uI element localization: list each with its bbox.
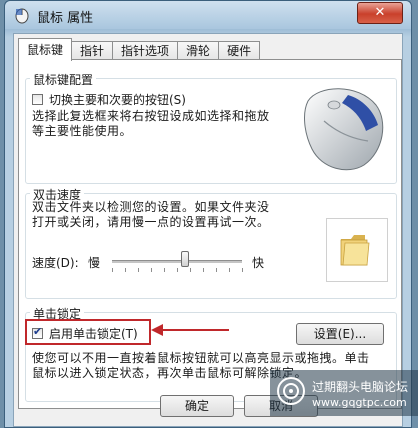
- tab-pointer-options[interactable]: 指针选项: [112, 41, 179, 61]
- double-click-speed-slider-thumb[interactable]: [180, 251, 189, 267]
- button-config-description-line: 等主要性能使用。: [32, 124, 133, 138]
- tab-pointers[interactable]: 指针: [71, 41, 114, 61]
- double-click-description: 双击文件夹以检测您的设置。如果文件夹没 打开或关闭，请用慢一点的设置再试一次。: [32, 200, 322, 230]
- ok-button[interactable]: 确定: [160, 395, 234, 417]
- test-folder-area[interactable]: [326, 218, 388, 282]
- button-config-description-line: 选择此复选框来将右按钮设成如选择和拖放: [32, 109, 270, 123]
- mouse-illustration-icon: [304, 88, 384, 171]
- click-lock-settings-button[interactable]: 设置(E)...: [296, 323, 384, 345]
- slider-tick: [190, 268, 191, 272]
- slider-tick: [216, 268, 217, 272]
- tab-hardware[interactable]: 硬件: [218, 41, 261, 61]
- slider-ticks: [112, 268, 243, 272]
- double-click-group: 双击速度 双击文件夹以检测您的设置。如果文件夹没 打开或关闭，请用慢一点的设置再…: [25, 186, 397, 299]
- annotation-highlight-box: [25, 319, 151, 345]
- slider-tick: [138, 268, 139, 272]
- double-click-description-line: 打开或关闭，请用慢一点的设置再试一次。: [32, 215, 270, 229]
- title-bar[interactable]: 鼠标 属性 ✕: [5, 1, 411, 29]
- slider-tick: [151, 268, 152, 272]
- switch-buttons-checkbox[interactable]: [32, 94, 43, 105]
- slider-tick: [229, 268, 230, 272]
- switch-buttons-label: 切换主要和次要的按钮(S): [49, 93, 186, 107]
- slider-tick: [177, 268, 178, 272]
- slider-tick: [112, 268, 113, 272]
- button-config-title: 鼠标键配置: [30, 71, 97, 88]
- tab-strip: 鼠标键 指针 指针选项 滑轮 硬件: [18, 38, 261, 61]
- double-click-description-line: 双击文件夹以检测您的设置。如果文件夹没: [32, 200, 270, 214]
- slider-tick: [125, 268, 126, 272]
- watermark-url: www.gqgtpc.com: [312, 396, 407, 409]
- click-lock-description-line: 使您可以不用一直按着鼠标按钮就可以高亮显示或拖拽。单击: [32, 351, 370, 365]
- close-button[interactable]: ✕: [357, 2, 403, 24]
- slow-label: 慢: [88, 256, 101, 270]
- switch-buttons-option[interactable]: 切换主要和次要的按钮(S): [32, 91, 186, 108]
- annotation-arrow-icon: [151, 324, 229, 336]
- dialog-body: 鼠标键 指针 指针选项 滑轮 硬件 鼠标键配置 切换主要和次要的按钮(S) 选择…: [13, 33, 403, 427]
- folder-icon[interactable]: [339, 233, 375, 267]
- slider-tick: [242, 268, 243, 272]
- fast-label: 快: [252, 256, 265, 270]
- window-title: 鼠标 属性: [37, 11, 94, 26]
- button-config-description: 选择此复选框来将右按钮设成如选择和拖放 等主要性能使用。: [32, 109, 282, 139]
- tab-wheel[interactable]: 滑轮: [177, 41, 220, 61]
- buttons-tab-page: 鼠标键配置 切换主要和次要的按钮(S) 选择此复选框来将右按钮设成如选择和拖放 …: [18, 59, 402, 409]
- button-config-group: 鼠标键配置 切换主要和次要的按钮(S) 选择此复选框来将右按钮设成如选择和拖放 …: [25, 71, 397, 184]
- mouse-icon: [15, 8, 29, 24]
- slider-tick: [203, 268, 204, 272]
- slider-tick: [164, 268, 165, 272]
- tab-buttons[interactable]: 鼠标键: [18, 38, 73, 61]
- watermark-title: 过期翻头电脑论坛: [312, 380, 409, 394]
- mouse-properties-window: 鼠标 属性 ✕ 鼠标键 指针 指针选项 滑轮 硬件 鼠标键配置 切换主要和次要的…: [4, 0, 412, 428]
- double-click-speed-slider-track[interactable]: [112, 260, 242, 263]
- speed-label: 速度(D):: [32, 256, 79, 270]
- watermark-logo-icon: [277, 377, 305, 405]
- site-watermark: 过期翻头电脑论坛 www.gqgtpc.com: [270, 370, 418, 416]
